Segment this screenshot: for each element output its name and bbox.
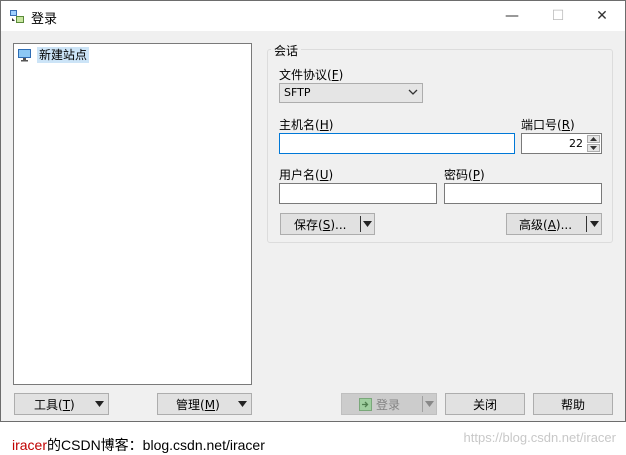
site-tree[interactable]: 新建站点 — [13, 43, 252, 385]
session-group-title: 会话 — [271, 42, 302, 59]
caret-down-icon — [590, 146, 597, 150]
port-value: 22 — [569, 137, 583, 150]
title-bar[interactable]: 登录 — ☐ ✕ — [1, 1, 625, 31]
dropdown-arrow-icon — [238, 401, 247, 407]
tools-button[interactable]: 工具(T) — [14, 393, 109, 415]
host-label: 主机名(H) — [279, 118, 334, 132]
spin-up-button[interactable] — [587, 135, 600, 143]
minimize-icon: — — [505, 8, 519, 24]
tree-item-label: 新建站点 — [37, 47, 90, 63]
tree-item-new-site[interactable]: 新建站点 — [17, 47, 90, 63]
save-button-label: 保存(S)... — [294, 217, 347, 232]
login-dialog: 登录 — ☐ ✕ 新建站点 会话 文件协议(F) SFTP 主机名(H) 端口号… — [0, 0, 626, 422]
username-label: 用户名(U) — [279, 168, 334, 182]
advanced-button-label: 高级(A)... — [519, 217, 573, 232]
password-input[interactable] — [444, 183, 602, 204]
caret-up-icon — [590, 137, 597, 141]
port-label: 端口号(R) — [521, 118, 575, 132]
close-window-button[interactable]: ✕ — [579, 1, 625, 31]
winscp-app-icon — [10, 10, 24, 23]
watermark: https://blog.csdn.net/iracer — [463, 430, 616, 445]
save-button[interactable]: 保存(S)... — [280, 213, 375, 235]
split-separator — [422, 396, 423, 412]
port-stepper[interactable]: 22 — [521, 133, 602, 154]
split-separator — [586, 216, 587, 232]
login-button[interactable]: 登录 — [341, 393, 437, 415]
tools-button-label: 工具(T) — [34, 397, 75, 412]
login-button-label: 登录 — [376, 397, 401, 412]
window-title: 登录 — [31, 12, 58, 27]
password-label: 密码(P) — [444, 168, 485, 182]
caption-text: 的CSDN博客：blog.csdn.net/iracer — [47, 437, 265, 453]
advanced-button[interactable]: 高级(A)... — [506, 213, 602, 235]
protocol-value: SFTP — [284, 86, 311, 99]
login-arrow-icon — [359, 397, 372, 411]
maximize-button[interactable]: ☐ — [535, 1, 581, 31]
protocol-select[interactable]: SFTP — [279, 83, 423, 103]
close-button[interactable]: 关闭 — [445, 393, 525, 415]
close-icon: ✕ — [596, 8, 608, 24]
chevron-down-icon — [408, 89, 418, 95]
dropdown-arrow-icon — [363, 221, 372, 227]
minimize-button[interactable]: — — [489, 1, 535, 31]
maximize-icon: ☐ — [551, 8, 565, 24]
help-button[interactable]: 帮助 — [533, 393, 613, 415]
split-separator — [360, 216, 361, 232]
dropdown-arrow-icon — [95, 401, 104, 407]
protocol-label: 文件协议(F) — [279, 68, 344, 82]
spin-down-button[interactable] — [587, 144, 600, 152]
host-input[interactable] — [279, 133, 515, 154]
dropdown-arrow-icon — [590, 221, 599, 227]
manage-button-label: 管理(M) — [176, 397, 220, 412]
username-input[interactable] — [279, 183, 437, 204]
blog-caption: iracer的CSDN博客：blog.csdn.net/iracer — [12, 435, 265, 455]
manage-button[interactable]: 管理(M) — [157, 393, 252, 415]
dropdown-arrow-icon — [425, 401, 434, 407]
author-name: iracer — [12, 437, 48, 453]
port-spin-buttons — [587, 135, 600, 152]
computer-monitor-icon — [18, 49, 31, 62]
